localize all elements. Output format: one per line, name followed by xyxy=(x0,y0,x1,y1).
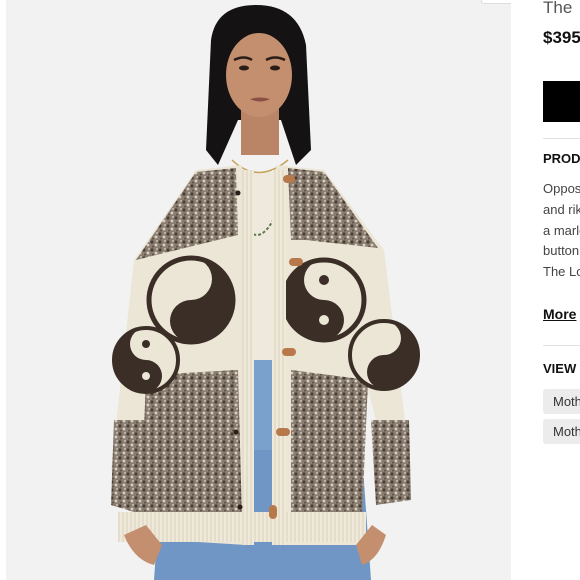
product-details-heading: PRODU xyxy=(543,151,580,166)
yin-yang-left-1 xyxy=(146,255,236,345)
product-price: $395 xyxy=(543,28,580,47)
view-chip-label: Moth xyxy=(553,424,580,439)
add-to-cart-button[interactable] xyxy=(543,81,580,122)
yin-yang-left-2 xyxy=(112,326,180,394)
product-image[interactable] xyxy=(6,0,511,580)
view-chip[interactable]: Moth xyxy=(543,389,580,414)
image-overlay-button[interactable] xyxy=(481,0,511,4)
model-face xyxy=(226,33,292,117)
yin-yang-right-1 xyxy=(281,257,367,343)
product-title: The xyxy=(543,0,573,17)
divider xyxy=(543,345,580,346)
description-line: a marle xyxy=(543,223,580,238)
more-link[interactable]: More xyxy=(543,306,576,322)
description-line: and rik xyxy=(543,202,580,217)
divider xyxy=(543,138,580,139)
view-chip[interactable]: Moth xyxy=(543,419,580,444)
view-chip-label: Moth xyxy=(553,394,580,409)
description-line: The Lo xyxy=(543,264,580,279)
view-heading: VIEW xyxy=(543,361,577,376)
description-line: button xyxy=(543,243,580,258)
yin-yang-right-2 xyxy=(348,319,420,391)
description-line: Oppos xyxy=(543,181,580,196)
product-detail-panel: The $395 PRODU Oppos and rik a marle but… xyxy=(543,0,580,580)
